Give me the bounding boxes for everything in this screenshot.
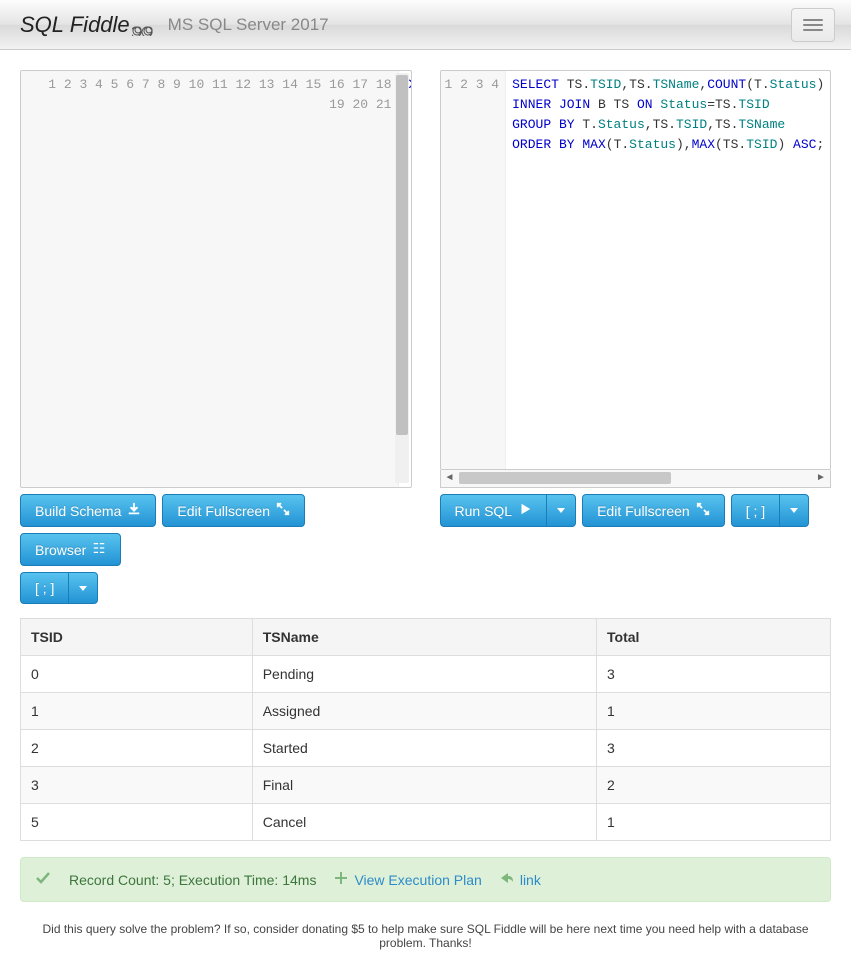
execution-status-bar: Record Count: 5; Execution Time: 14ms Vi… [20, 857, 831, 902]
browser-icon [92, 541, 106, 558]
query-terminator-dropdown[interactable] [779, 494, 809, 527]
navbar: SQL Fiddle MS SQL Server 2017 [0, 0, 851, 50]
caret-down-icon [79, 586, 87, 591]
brand-icon [132, 16, 156, 34]
donate-message: Did this query solve the problem? If so,… [0, 912, 851, 968]
query-edit-fullscreen-label: Edit Fullscreen [597, 503, 690, 519]
nav-toggle-button[interactable] [791, 8, 835, 42]
results-column-header: TSID [21, 619, 253, 656]
schema-scrollbar-thumb[interactable] [396, 75, 408, 435]
table-cell: Assigned [252, 693, 596, 730]
database-type-label[interactable]: MS SQL Server 2017 [168, 15, 329, 35]
permalink-group: link [500, 871, 541, 888]
table-cell: 3 [597, 656, 831, 693]
run-sql-button[interactable]: Run SQL [440, 494, 547, 527]
schema-button-row: Build Schema Edit Fullscreen Browser [20, 494, 412, 566]
results-column-header: TSName [252, 619, 596, 656]
query-edit-fullscreen-button[interactable]: Edit Fullscreen [582, 494, 725, 527]
share-icon [500, 871, 514, 888]
browser-button[interactable]: Browser [20, 533, 121, 566]
caret-down-icon [790, 508, 798, 513]
table-cell: 2 [597, 767, 831, 804]
brand[interactable]: SQL Fiddle [20, 12, 156, 38]
build-schema-label: Build Schema [35, 503, 121, 519]
query-terminator-label: [ ; ] [746, 503, 765, 519]
query-scrollbar-horizontal[interactable]: ◄ ► [440, 470, 832, 488]
table-cell: 0 [21, 656, 253, 693]
table-cell: Started [252, 730, 596, 767]
query-terminator-button[interactable]: [ ; ] [731, 494, 779, 527]
plus-icon [334, 871, 348, 888]
query-editor[interactable]: 1 2 3 4 SELECT TS.TSID,TS.TSName,COUNT(T… [440, 70, 832, 470]
query-button-row: Run SQL Edit Fullscreen [ ; ] [440, 494, 832, 527]
fullscreen-icon [276, 502, 290, 519]
scroll-thumb[interactable] [459, 472, 671, 484]
query-line-gutter: 1 2 3 4 [441, 71, 507, 469]
table-cell: 2 [21, 730, 253, 767]
table-cell: 1 [21, 693, 253, 730]
table-cell: Pending [252, 656, 596, 693]
query-terminator-group: [ ; ] [731, 494, 809, 527]
table-cell: 3 [21, 767, 253, 804]
table-row: 1Assigned1 [21, 693, 831, 730]
caret-down-icon [557, 508, 565, 513]
schema-edit-fullscreen-label: Edit Fullscreen [177, 503, 270, 519]
scroll-right-arrow-icon[interactable]: ► [812, 470, 830, 486]
results-section: TSIDTSNameTotal 0Pending31Assigned12Star… [0, 618, 851, 841]
record-count-text: Record Count: 5; Execution Time: 14ms [69, 872, 316, 888]
table-row: 2Started3 [21, 730, 831, 767]
results-table: TSIDTSNameTotal 0Pending31Assigned12Star… [20, 618, 831, 841]
table-cell: 3 [597, 730, 831, 767]
build-schema-button[interactable]: Build Schema [20, 494, 156, 527]
fullscreen-icon [696, 502, 710, 519]
query-panel: 1 2 3 4 SELECT TS.TSID,TS.TSName,COUNT(T… [440, 70, 832, 604]
schema-terminator-row: [ ; ] [20, 572, 412, 604]
run-sql-group: Run SQL [440, 494, 577, 527]
scroll-track[interactable] [459, 472, 813, 484]
schema-terminator-group: [ ; ] [20, 572, 98, 604]
view-plan-group: View Execution Plan [334, 871, 481, 888]
schema-line-gutter: 1 2 3 4 5 6 7 8 9 10 11 12 13 14 15 16 1… [21, 71, 399, 487]
table-row: 5Cancel1 [21, 804, 831, 841]
schema-terminator-dropdown[interactable] [68, 572, 98, 604]
run-sql-dropdown[interactable] [546, 494, 576, 527]
check-icon [35, 870, 51, 889]
results-column-header: Total [597, 619, 831, 656]
table-row: 3Final2 [21, 767, 831, 804]
schema-panel: 1 2 3 4 5 6 7 8 9 10 11 12 13 14 15 16 1… [20, 70, 412, 604]
run-sql-label: Run SQL [455, 503, 513, 519]
download-icon [127, 502, 141, 519]
view-execution-plan-link[interactable]: View Execution Plan [354, 872, 481, 888]
schema-editor[interactable]: 1 2 3 4 5 6 7 8 9 10 11 12 13 14 15 16 1… [20, 70, 412, 488]
schema-terminator-label: [ ; ] [35, 580, 54, 596]
browser-label: Browser [35, 542, 86, 558]
scroll-left-arrow-icon[interactable]: ◄ [441, 470, 459, 486]
table-row: 0Pending3 [21, 656, 831, 693]
permalink-link[interactable]: link [520, 872, 541, 888]
results-header-row: TSIDTSNameTotal [21, 619, 831, 656]
query-code-area[interactable]: SELECT TS.TSID,TS.TSName,COUNT(T.Status)… [506, 71, 830, 469]
play-icon [518, 502, 532, 519]
brand-text: SQL Fiddle [20, 12, 130, 38]
table-cell: 5 [21, 804, 253, 841]
table-cell: Final [252, 767, 596, 804]
table-cell: 1 [597, 804, 831, 841]
table-cell: Cancel [252, 804, 596, 841]
schema-edit-fullscreen-button[interactable]: Edit Fullscreen [162, 494, 305, 527]
table-cell: 1 [597, 693, 831, 730]
schema-scrollbar-vertical[interactable] [395, 73, 409, 483]
schema-terminator-button[interactable]: [ ; ] [20, 572, 68, 604]
editor-panels: 1 2 3 4 5 6 7 8 9 10 11 12 13 14 15 16 1… [0, 50, 851, 612]
